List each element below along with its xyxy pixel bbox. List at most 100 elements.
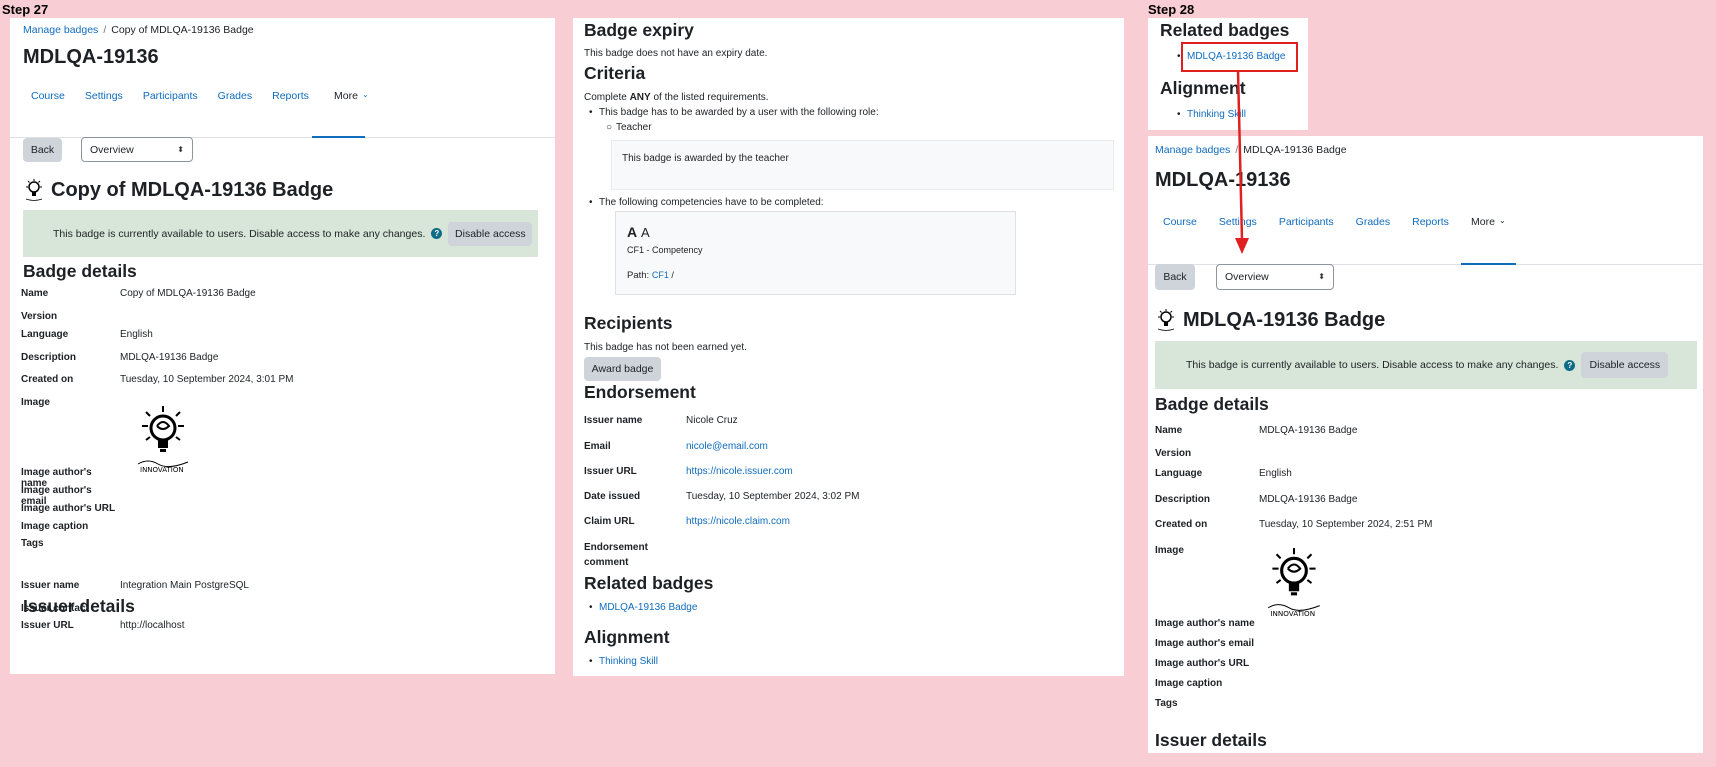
tab-participants[interactable]: Participants (133, 90, 208, 102)
endorsement-heading: Endorsement (584, 382, 696, 402)
issuer-detail-value: Integration Main PostgreSQL (120, 580, 249, 591)
back-button[interactable]: Back (1155, 264, 1195, 290)
competency-name: CF1 - Competency (627, 245, 703, 255)
badge-detail-label: Language (1155, 468, 1203, 479)
badge-detail-value: Tuesday, 10 September 2024, 3:01 PM (120, 374, 294, 385)
badge-title: MDLQA-19136 Badge (1155, 308, 1385, 332)
breadcrumb: Manage badges / Copy of MDLQA-19136 Badge (23, 24, 254, 36)
endorsement-value[interactable]: https://nicole.issuer.com (686, 466, 793, 477)
issuer-details-heading: Issuer details (1155, 730, 1267, 750)
criteria-role: ○ Teacher (606, 122, 652, 133)
badge-bulb-icon (1155, 308, 1177, 332)
badge-detail-value: English (1259, 468, 1292, 479)
tab-course[interactable]: Course (21, 90, 75, 102)
alignment-heading: Alignment (584, 627, 670, 647)
issuer-detail-label: Issuer contact (21, 603, 89, 614)
badge-detail-label: Tags (21, 538, 44, 549)
badge-detail-value: Tuesday, 10 September 2024, 2:51 PM (1259, 519, 1433, 530)
badge-detail-row: Image author's URL (21, 503, 120, 514)
badge-detail-row: Name Copy of MDLQA-19136 Badge (21, 288, 256, 299)
badge-detail-label: Name (21, 288, 49, 299)
tab-grades[interactable]: Grades (1345, 216, 1401, 228)
tab-course[interactable]: Course (1152, 216, 1208, 228)
tab-more[interactable]: More ⌄ (312, 90, 369, 138)
competency-path: Path: CF1 / (627, 270, 674, 281)
endorsement-label: Issuer name (584, 415, 643, 426)
step-27-label: Step 27 (2, 2, 49, 17)
endorsement-row: Email nicole@email.com (584, 441, 768, 452)
breadcrumb-manage-badges[interactable]: Manage badges (1155, 144, 1230, 156)
badge-detail-row: Created on Tuesday, 10 September 2024, 2:… (1155, 519, 1432, 530)
course-title: MDLQA-19136 (1155, 169, 1291, 191)
chevron-down-icon: ⌄ (362, 90, 369, 99)
badge-detail-row: Description MDLQA-19136 Badge (21, 352, 218, 363)
overview-select[interactable]: Overview ⬍ (1216, 264, 1334, 290)
endorsement-label: Claim URL (584, 516, 635, 527)
disable-access-button[interactable]: Disable access (1581, 352, 1669, 378)
help-icon[interactable]: ? (431, 228, 443, 239)
badge-detail-label: Created on (1155, 519, 1208, 530)
related-badges-heading-zoom: Related badges (1160, 20, 1290, 40)
select-arrows-icon: ⬍ (177, 144, 184, 154)
badge-expiry-heading: Badge expiry (584, 20, 694, 40)
endorsement-value[interactable]: nicole@email.com (686, 441, 768, 452)
badge-detail-row: Name MDLQA-19136 Badge (1155, 425, 1357, 436)
badge-detail-value: English (120, 329, 153, 340)
related-badges-heading: Related badges (584, 573, 714, 593)
badge-detail-row: Image (1155, 545, 1259, 556)
help-icon[interactable]: ? (1564, 359, 1576, 371)
badge-detail-label: Description (1155, 494, 1211, 505)
endorsement-label: Email (584, 441, 611, 452)
badge-detail-row: Image author's email (1155, 638, 1259, 649)
badge-detail-label: Created on (21, 374, 74, 385)
badge-detail-row: Image (21, 397, 120, 408)
endorsement-label: Date issued (584, 491, 641, 502)
badge-detail-value: Copy of MDLQA-19136 Badge (120, 288, 256, 299)
badge-image: INNOVATION (134, 404, 192, 474)
overview-select[interactable]: Overview ⬍ (81, 137, 193, 162)
badge-detail-label: Language (21, 329, 69, 340)
endorsement-value: Nicole Cruz (686, 415, 738, 426)
issuer-detail-row: Issuer contact (21, 603, 120, 614)
endorsement-row: Issuer name Nicole Cruz (584, 415, 738, 426)
tab-more[interactable]: More ⌄ (1461, 216, 1516, 265)
badge-detail-value: MDLQA-19136 Badge (1259, 494, 1358, 505)
competency-path-link[interactable]: CF1 (652, 270, 669, 280)
badge-title: Copy of MDLQA-19136 Badge (23, 178, 333, 202)
tab-settings[interactable]: Settings (75, 90, 133, 102)
issuer-detail-label: Issuer URL (21, 620, 74, 631)
step-27-badge-page: Manage badges / Copy of MDLQA-19136 Badge … (10, 18, 555, 674)
issuer-detail-row: Issuer name Integration Main PostgreSQL (21, 580, 249, 591)
tab-reports[interactable]: Reports (1401, 216, 1460, 228)
endorsement-row: Date issued Tuesday, 10 September 2024, 3… (584, 491, 859, 502)
endorsement-value: Tuesday, 10 September 2024, 3:02 PM (686, 491, 860, 502)
back-button[interactable]: Back (23, 138, 62, 162)
step-27-badge-page-lower: Badge expiry This badge does not have an… (573, 18, 1124, 676)
svg-text:INNOVATION: INNOVATION (140, 466, 184, 474)
alignment-item: • Thinking Skill (589, 656, 658, 667)
badge-detail-label: Name (1155, 425, 1183, 436)
tab-grades[interactable]: Grades (208, 90, 262, 102)
alignment-link[interactable]: Thinking Skill (599, 656, 658, 667)
disable-access-button[interactable]: Disable access (448, 221, 533, 246)
chevron-down-icon: ⌄ (1499, 216, 1506, 225)
competency-card: A A CF1 - Competency Path: CF1 / (615, 211, 1016, 295)
issuer-detail-value: http://localhost (120, 620, 185, 631)
badge-detail-row: Image caption (1155, 678, 1259, 689)
badge-detail-row: Image caption (21, 521, 120, 532)
breadcrumb-manage-badges[interactable]: Manage badges (23, 24, 98, 36)
related-badge-link[interactable]: MDLQA-19136 Badge (599, 602, 697, 613)
recipients-text: This badge has not been earned yet. (584, 342, 747, 353)
arrow-down-icon (1235, 69, 1249, 254)
step-28-related-zoom: Related badges • MDLQA-19136 Badge Alignm… (1148, 18, 1308, 130)
badge-detail-label: Image author's URL (1155, 658, 1250, 669)
award-badge-button[interactable]: Award badge (584, 357, 661, 381)
badge-detail-row: Created on Tuesday, 10 September 2024, 3:… (21, 374, 293, 385)
recipients-heading: Recipients (584, 313, 673, 333)
tab-reports[interactable]: Reports (262, 90, 319, 102)
endorsement-value[interactable]: https://nicole.claim.com (686, 516, 790, 527)
criteria-role-description: This badge is awarded by the teacher (611, 140, 1114, 190)
badge-detail-row: Image author's name (1155, 618, 1259, 629)
badge-detail-label: Version (1155, 448, 1192, 459)
tab-participants[interactable]: Participants (1268, 216, 1345, 228)
